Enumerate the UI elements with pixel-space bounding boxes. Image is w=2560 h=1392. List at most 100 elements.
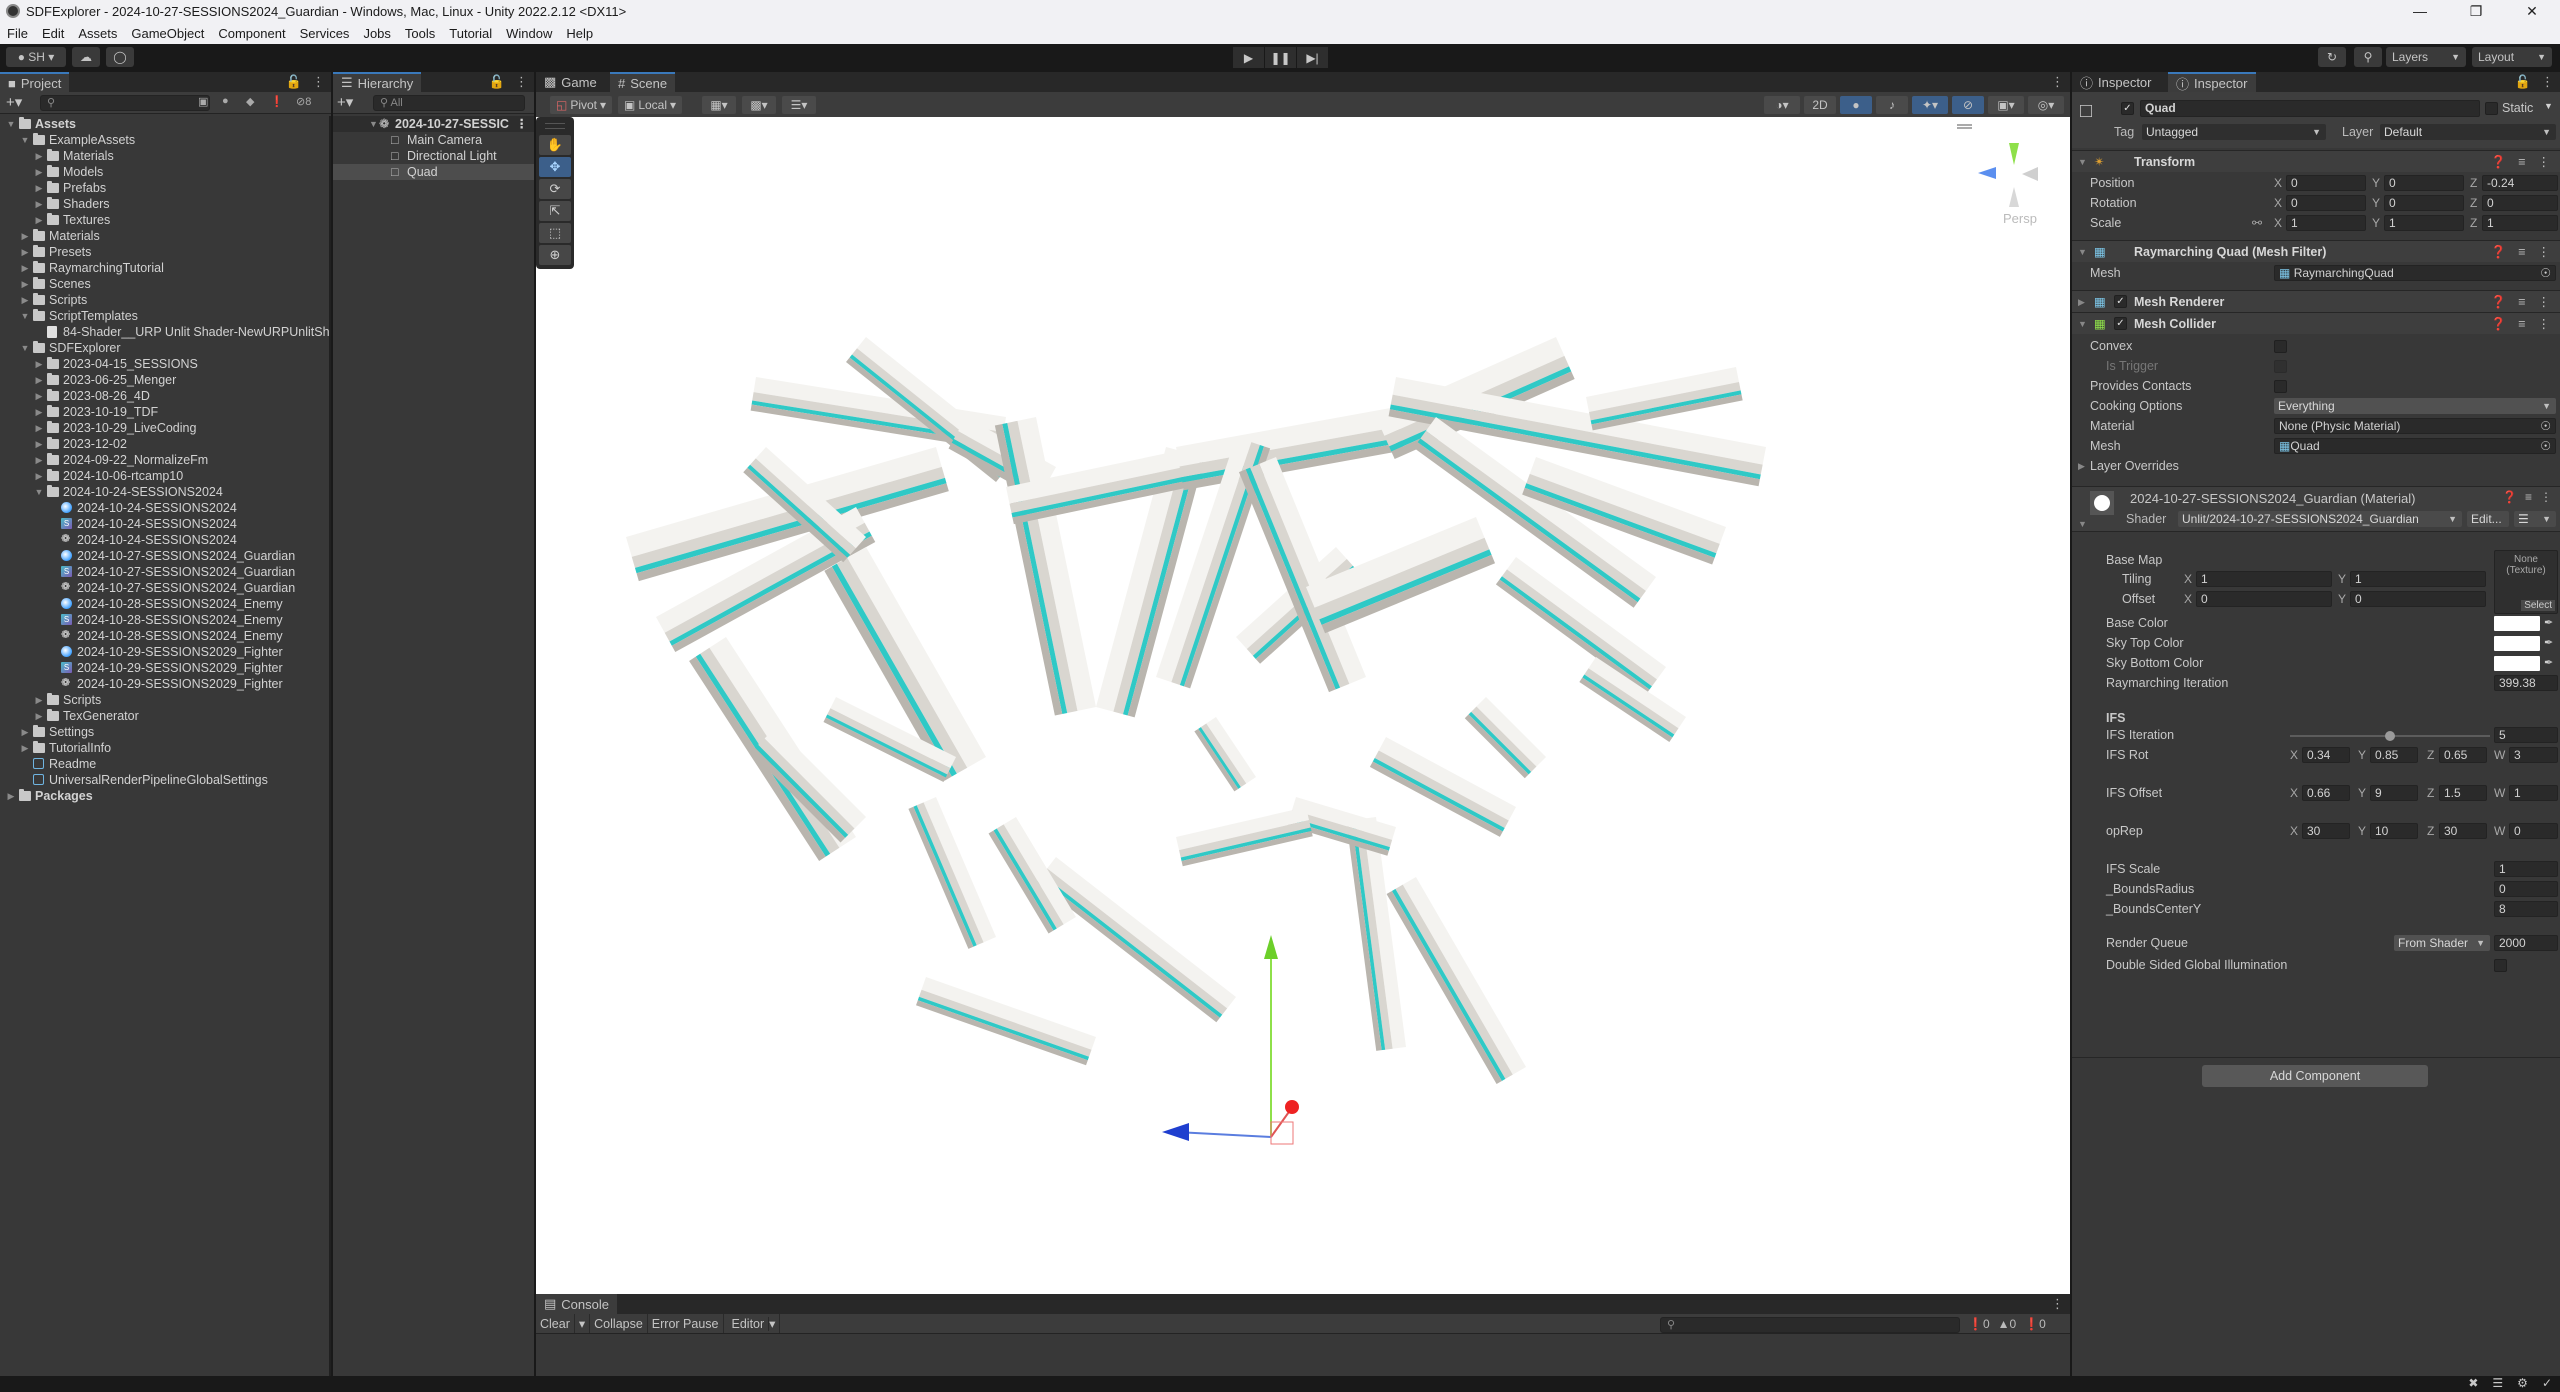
collapse-arrow-icon[interactable]: ▶	[20, 740, 30, 756]
tab-console[interactable]: ▤ Console	[536, 1294, 617, 1314]
lighting-toggle[interactable]: ●	[1840, 96, 1872, 114]
component-menu-icon[interactable]: ⋮	[2538, 313, 2551, 335]
rotation-y-field[interactable]: 0	[2384, 195, 2464, 211]
collapse-arrow-icon[interactable]: ▶	[34, 372, 44, 388]
bounds-radius-field[interactable]: 0	[2494, 881, 2558, 897]
grid-snapping-button[interactable]: ▦▾	[702, 96, 736, 114]
mesh-field[interactable]: ▦ RaymarchingQuad ☉	[2274, 265, 2556, 281]
constrain-proportions-icon[interactable]: ⚯	[2252, 213, 2262, 233]
tab-game[interactable]: ▩ Game	[536, 72, 605, 92]
collapse-arrow-icon[interactable]: ▶	[20, 244, 30, 260]
axis-x-label[interactable]: X	[2274, 193, 2282, 213]
cache-server-icon[interactable]: ☰	[2492, 1376, 2503, 1390]
issue-icon[interactable]: ❗	[270, 95, 284, 108]
project-tree-item[interactable]: ▶ Presets	[0, 244, 331, 260]
project-tree-item[interactable]: ▶ 2023-04-15_SESSIONS	[0, 356, 331, 372]
collapse-arrow-icon[interactable]: ▶	[20, 260, 30, 276]
menu-edit[interactable]: Edit	[35, 26, 71, 41]
oprep-y-field[interactable]: 10	[2370, 823, 2418, 839]
project-tree-item[interactable]: ❁ 2024-10-24-SESSIONS2024	[0, 532, 331, 548]
help-icon[interactable]: ❓	[2491, 291, 2507, 313]
convex-checkbox[interactable]	[2274, 340, 2287, 353]
menu-assets[interactable]: Assets	[71, 26, 124, 41]
component-menu-icon[interactable]: ⋮	[2540, 490, 2552, 504]
collapse-arrow-icon[interactable]: ▶	[34, 420, 44, 436]
double-sided-gi-checkbox[interactable]	[2494, 959, 2507, 972]
project-tree-item[interactable]: ▶ RaymarchingTutorial	[0, 260, 331, 276]
menu-component[interactable]: Component	[211, 26, 292, 41]
project-tree-item[interactable]: ▶ TexGenerator	[0, 708, 331, 724]
warning-toggle[interactable]: ▲0	[1998, 1314, 2017, 1334]
ifs-rot-x-field[interactable]: 0.34	[2302, 747, 2350, 763]
tag-dropdown[interactable]: Untagged ▼	[2142, 124, 2326, 140]
collapse-toggle[interactable]: Collapse	[590, 1314, 648, 1333]
expand-arrow-icon[interactable]: ▼	[20, 340, 30, 356]
axis-w-label[interactable]: W	[2494, 745, 2505, 765]
tab-hierarchy[interactable]: ☰ Hierarchy	[333, 72, 422, 92]
project-tree-item[interactable]: ❁ 2024-10-28-SESSIONS2024_Enemy	[0, 628, 331, 644]
expand-arrow-icon[interactable]: ▼	[34, 484, 44, 500]
maximize-button[interactable]: ❐	[2448, 0, 2504, 22]
rotation-x-field[interactable]: 0	[2286, 195, 2366, 211]
axis-w-label[interactable]: W	[2494, 783, 2505, 803]
expand-arrow-icon[interactable]: ▼	[369, 116, 378, 132]
project-tree-item[interactable]: ▶ Materials	[0, 228, 331, 244]
eyedropper-icon[interactable]: ✒	[2544, 613, 2553, 633]
project-tree-item[interactable]: S 2024-10-24-SESSIONS2024	[0, 516, 331, 532]
project-tree-item[interactable]: ❁ 2024-10-27-SESSIONS2024_Guardian	[0, 580, 331, 596]
clear-options-dropdown[interactable]: ▾	[575, 1314, 591, 1333]
axis-z-label[interactable]: Z	[2470, 173, 2477, 193]
camera-settings-dropdown[interactable]: ▣▾	[1988, 96, 2024, 114]
project-tree-item[interactable]: ▼ ScriptTemplates	[0, 308, 331, 324]
editor-target-dropdown[interactable]: Editor ▾	[724, 1314, 781, 1333]
position-x-field[interactable]: 0	[2286, 175, 2366, 191]
object-picker-icon[interactable]: ☉	[2540, 439, 2551, 453]
add-component-button[interactable]: Add Component	[2202, 1065, 2428, 1087]
collapse-arrow-icon[interactable]: ▶	[34, 356, 44, 372]
collapse-arrow-icon[interactable]: ▶	[20, 724, 30, 740]
error-pause-toggle[interactable]: Error Pause	[648, 1314, 724, 1333]
foldout-arrow-icon[interactable]: ▼	[2078, 151, 2087, 173]
gizmo-x-axis[interactable]	[1270, 1108, 1292, 1138]
render-queue-dropdown[interactable]: From Shader ▼	[2394, 935, 2490, 951]
foldout-arrow-icon[interactable]: ▶	[2078, 291, 2085, 313]
foldout-arrow-icon[interactable]: ▼	[2078, 313, 2087, 335]
cooking-options-dropdown[interactable]: Everything ▼	[2274, 398, 2556, 414]
oprep-z-field[interactable]: 30	[2439, 823, 2487, 839]
scene-orientation-gizmo[interactable]: Persp	[1957, 124, 2038, 226]
axis-x-label[interactable]: X	[2184, 569, 2192, 589]
gizmos-dropdown[interactable]: ◎▾	[2028, 96, 2064, 114]
axis-z-cone[interactable]	[1978, 167, 1996, 179]
collapse-arrow-icon[interactable]: ▶	[34, 196, 44, 212]
axis-x-label[interactable]: X	[2290, 783, 2298, 803]
axis-x-cone[interactable]	[2022, 167, 2038, 181]
project-tree-item[interactable]: ▶ Prefabs	[0, 180, 331, 196]
ifs-offset-w-field[interactable]: 1	[2509, 785, 2558, 801]
offset-y-field[interactable]: 0	[2350, 591, 2486, 607]
search-button[interactable]: ⚲	[2354, 47, 2382, 67]
project-tree-item[interactable]: ▶ 2023-08-26_4D	[0, 388, 331, 404]
scale-tool[interactable]: ⇱	[539, 201, 571, 221]
hidden-packages-toggle[interactable]: ⊘8	[296, 95, 311, 108]
axis-z-label[interactable]: Z	[2470, 193, 2477, 213]
layer-overrides-foldout[interactable]: ▶ Layer Overrides	[2072, 456, 2560, 476]
component-menu-icon[interactable]: ⋮	[2538, 291, 2551, 313]
tab-project[interactable]: ■ Project	[0, 72, 70, 92]
expand-arrow-icon[interactable]: ▼	[20, 308, 30, 324]
rotate-tool[interactable]: ⟳	[539, 179, 571, 199]
project-tree-item[interactable]: Readme	[0, 756, 331, 772]
hierarchy-search-input[interactable]: ⚲ All	[373, 95, 525, 111]
axis-x-label[interactable]: X	[2290, 745, 2298, 765]
axis-z-label[interactable]: Z	[2427, 745, 2434, 765]
tiling-y-field[interactable]: 1	[2350, 571, 2486, 587]
plastic-scm-button[interactable]: ◯	[106, 47, 134, 67]
project-tree-item[interactable]: ▶ Settings	[0, 724, 331, 740]
material-options-dropdown[interactable]: ☰ ▼	[2514, 511, 2556, 527]
menu-jobs[interactable]: Jobs	[356, 26, 397, 41]
layer-dropdown[interactable]: Default ▼	[2380, 124, 2556, 140]
bounds-center-y-field[interactable]: 8	[2494, 901, 2558, 917]
project-tree-item[interactable]: ▶ 2024-09-22_NormalizeFm	[0, 452, 331, 468]
collapse-arrow-icon[interactable]: ▶	[34, 452, 44, 468]
project-tree-item[interactable]: ❁ 2024-10-29-SESSIONS2029_Fighter	[0, 676, 331, 692]
rect-tool[interactable]: ⬚	[539, 223, 571, 243]
